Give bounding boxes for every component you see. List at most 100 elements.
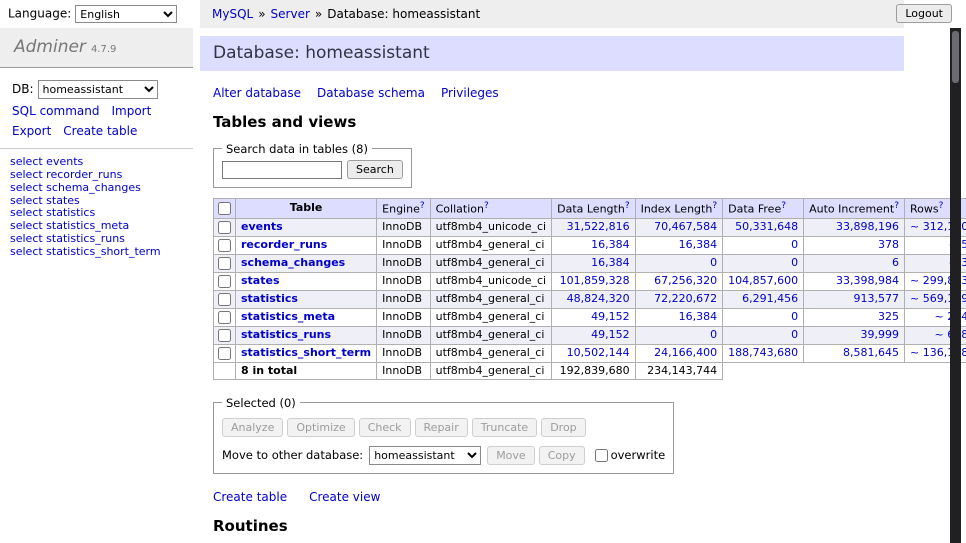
total-empty-cell — [214, 362, 236, 379]
col-header-table: Table — [236, 199, 377, 218]
row-checkbox[interactable] — [218, 257, 231, 270]
data-free-link[interactable]: 0 — [791, 256, 798, 269]
total-index-length: 234,143,744 — [635, 362, 723, 379]
data-length-link[interactable]: 49,152 — [591, 310, 630, 323]
data-length-link[interactable]: 16,384 — [591, 256, 630, 269]
row-checkbox[interactable] — [218, 275, 231, 288]
sidebar-item-select-statistics-short-term[interactable]: select statistics_short_term — [10, 246, 193, 259]
row-checkbox[interactable] — [218, 347, 231, 360]
sidebar-create-table-link[interactable]: Create table — [63, 124, 137, 138]
table-name-link[interactable]: states — [241, 274, 280, 287]
scrollbar-thumb[interactable] — [952, 31, 959, 83]
sidebar-item-select-schema-changes[interactable]: select schema_changes — [10, 182, 193, 195]
breadcrumb: MySQL»Server»Database: homeassistant — [200, 0, 904, 28]
data-free-link[interactable]: 0 — [791, 328, 798, 341]
cell-collation: utf8mb4_general_ci — [430, 236, 551, 254]
help-link[interactable]: ? — [625, 201, 630, 211]
help-link[interactable]: ? — [894, 201, 899, 211]
auto-increment-link[interactable]: 33,398,984 — [836, 274, 899, 287]
table-row-states: states InnoDB utf8mb4_unicode_ci 101,859… — [214, 272, 966, 290]
data-free-link[interactable]: 0 — [791, 310, 798, 323]
sidebar-import-link[interactable]: Import — [111, 104, 151, 118]
breadcrumb-mysql-link[interactable]: MySQL — [212, 7, 253, 21]
data-free-link[interactable]: 50,331,648 — [735, 220, 798, 233]
auto-increment-link[interactable]: 39,999 — [861, 328, 900, 341]
page-scrollbar[interactable] — [950, 28, 961, 543]
db-select[interactable]: homeassistant — [38, 80, 158, 99]
sidebar-item-select-recorder-runs[interactable]: select recorder_runs — [10, 169, 193, 182]
app-logo[interactable]: Adminer — [14, 37, 86, 57]
index-length-link[interactable]: 67,256,320 — [654, 274, 717, 287]
help-link[interactable]: ? — [781, 201, 786, 211]
row-checkbox[interactable] — [218, 221, 231, 234]
alter-database-link[interactable]: Alter database — [213, 86, 301, 100]
index-length-link[interactable]: 16,384 — [679, 238, 718, 251]
data-length-link[interactable]: 49,152 — [591, 328, 630, 341]
data-length-link[interactable]: 16,384 — [591, 238, 630, 251]
table-name-link[interactable]: statistics_short_term — [241, 346, 371, 359]
table-name-link[interactable]: events — [241, 220, 283, 233]
index-length-link[interactable]: 16,384 — [679, 310, 718, 323]
language-select[interactable]: English — [75, 5, 177, 23]
analyze-button[interactable]: Analyze — [222, 418, 283, 437]
breadcrumb-current: Database: homeassistant — [327, 7, 480, 21]
index-length-link[interactable]: 0 — [710, 256, 717, 269]
auto-increment-link[interactable]: 33,898,196 — [836, 220, 899, 233]
help-link[interactable]: ? — [712, 201, 717, 211]
create-table-link[interactable]: Create table — [213, 490, 287, 504]
truncate-button[interactable]: Truncate — [472, 418, 537, 437]
auto-increment-link[interactable]: 6 — [892, 256, 899, 269]
index-length-link[interactable]: 0 — [710, 328, 717, 341]
row-checkbox[interactable] — [218, 239, 231, 252]
data-free-link[interactable]: 188,743,680 — [728, 346, 798, 359]
data-free-link[interactable]: 6,291,456 — [742, 292, 798, 305]
row-checkbox[interactable] — [218, 329, 231, 342]
move-button[interactable]: Move — [487, 446, 535, 465]
data-length-link[interactable]: 31,522,816 — [567, 220, 630, 233]
drop-button[interactable]: Drop — [541, 418, 585, 437]
table-name-link[interactable]: recorder_runs — [241, 238, 327, 251]
data-length-link[interactable]: 10,502,144 — [567, 346, 630, 359]
check-button[interactable]: Check — [359, 418, 411, 437]
index-length-link[interactable]: 24,166,400 — [654, 346, 717, 359]
auto-increment-link[interactable]: 378 — [878, 238, 899, 251]
database-schema-link[interactable]: Database schema — [317, 86, 425, 100]
sidebar-item-select-statistics-runs[interactable]: select statistics_runs — [10, 233, 193, 246]
optimize-button[interactable]: Optimize — [287, 418, 354, 437]
create-view-link[interactable]: Create view — [309, 490, 380, 504]
db-selector-row: DB:homeassistant — [12, 80, 193, 99]
logout-button[interactable]: Logout — [896, 4, 952, 23]
data-free-link[interactable]: 104,857,600 — [728, 274, 798, 287]
row-checkbox[interactable] — [218, 293, 231, 306]
auto-increment-link[interactable]: 913,577 — [854, 292, 900, 305]
index-length-link[interactable]: 70,467,584 — [654, 220, 717, 233]
help-link[interactable]: ? — [484, 201, 489, 211]
auto-increment-link[interactable]: 8,581,645 — [843, 346, 899, 359]
copy-button[interactable]: Copy — [539, 446, 585, 465]
overwrite-checkbox[interactable] — [595, 449, 608, 462]
breadcrumb-server-link[interactable]: Server — [271, 7, 310, 21]
search-input[interactable] — [222, 161, 342, 179]
sidebar-export-link[interactable]: Export — [12, 124, 51, 138]
data-free-link[interactable]: 0 — [791, 238, 798, 251]
table-name-link[interactable]: statistics_meta — [241, 310, 335, 323]
index-length-link[interactable]: 72,220,672 — [654, 292, 717, 305]
privileges-link[interactable]: Privileges — [441, 86, 499, 100]
help-link[interactable]: ? — [939, 201, 944, 211]
search-button[interactable]: Search — [347, 160, 403, 179]
move-row: Move to other database: homeassistant Mo… — [222, 446, 665, 465]
sidebar-links-row-2: Export Create table — [12, 123, 193, 139]
data-length-link[interactable]: 48,824,320 — [567, 292, 630, 305]
table-name-link[interactable]: statistics_runs — [241, 328, 331, 341]
move-db-select[interactable]: homeassistant — [369, 446, 481, 465]
data-length-link[interactable]: 101,859,328 — [560, 274, 630, 287]
select-all-checkbox[interactable] — [218, 202, 231, 215]
help-link[interactable]: ? — [420, 201, 425, 211]
table-name-link[interactable]: statistics — [241, 292, 298, 305]
row-checkbox[interactable] — [218, 311, 231, 324]
sidebar-sql-command-link[interactable]: SQL command — [12, 104, 99, 118]
repair-button[interactable]: Repair — [415, 418, 468, 437]
table-name-link[interactable]: schema_changes — [241, 256, 345, 269]
page-title: Database: homeassistant — [200, 36, 904, 71]
auto-increment-link[interactable]: 325 — [878, 310, 899, 323]
